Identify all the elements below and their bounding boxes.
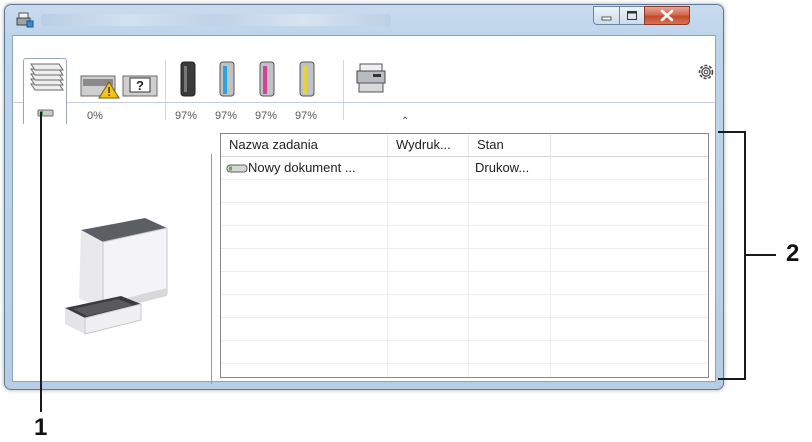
printer-illustration: [65, 218, 168, 335]
job-printed-cell: [388, 156, 469, 179]
minimize-icon: [601, 16, 612, 21]
callout-1-line: [40, 112, 42, 412]
table-row[interactable]: Nowy dokument ... Drukow...: [221, 156, 708, 180]
table-row: [221, 271, 708, 295]
status-toolbar: ? 0% 97% 97% 97% 97% ⌃: [13, 36, 716, 127]
toner-magenta-value: 97%: [255, 110, 278, 122]
column-header-status[interactable]: Stan: [469, 134, 551, 156]
table-row: [221, 225, 708, 249]
job-name-cell: Nowy dokument ...: [221, 156, 388, 179]
maximize-icon: [627, 11, 637, 20]
close-icon: [660, 9, 674, 22]
job-name: Nowy dokument ...: [248, 160, 356, 175]
job-list-header: Nazwa zadania Wydruk... Stan: [221, 134, 708, 157]
paper-level-value: 0%: [87, 110, 103, 122]
toner-cyan-icon[interactable]: [216, 60, 238, 100]
column-header-printed[interactable]: Wydruk...: [388, 134, 469, 156]
svg-text:?: ?: [136, 78, 144, 93]
job-stack-icon[interactable]: [27, 60, 65, 96]
toolbar-divider: [165, 60, 166, 120]
callout-2-bracket: [718, 131, 746, 380]
column-header-name[interactable]: Nazwa zadania: [221, 134, 388, 156]
chevron-up-icon[interactable]: ⌃: [401, 116, 409, 127]
maximize-button[interactable]: [619, 6, 645, 25]
window-title: [41, 14, 391, 26]
toner-black-icon[interactable]: [177, 60, 199, 100]
toner-yellow-icon[interactable]: [296, 60, 318, 100]
callout-2-line: [746, 254, 776, 256]
toner-black-value: 97%: [175, 110, 198, 122]
table-row: [221, 179, 708, 203]
paper-warning-icon[interactable]: ?: [79, 66, 159, 100]
toolbar-divider: [343, 60, 344, 120]
pane-splitter[interactable]: [211, 154, 212, 384]
table-row: [221, 317, 708, 341]
close-button[interactable]: [644, 6, 690, 25]
table-row: [221, 248, 708, 272]
table-row: [221, 202, 708, 226]
minimize-button[interactable]: [593, 6, 620, 25]
toner-magenta-icon[interactable]: [256, 60, 278, 100]
job-list[interactable]: Nazwa zadania Wydruk... Stan Nowy dokume…: [220, 133, 709, 378]
toner-yellow-value: 97%: [295, 110, 318, 122]
callout-1-label: 1: [34, 414, 48, 441]
job-status-cell: Drukow...: [469, 156, 551, 179]
callout-2-label: 2: [786, 240, 800, 267]
table-row: [221, 294, 708, 318]
device-icon[interactable]: [353, 60, 391, 98]
toner-cyan-value: 97%: [215, 110, 238, 122]
gear-icon[interactable]: [696, 62, 716, 82]
document-icon: [226, 164, 248, 173]
printer-status-icon: [16, 12, 34, 28]
table-row: [221, 340, 708, 364]
title-bar[interactable]: [5, 5, 723, 35]
